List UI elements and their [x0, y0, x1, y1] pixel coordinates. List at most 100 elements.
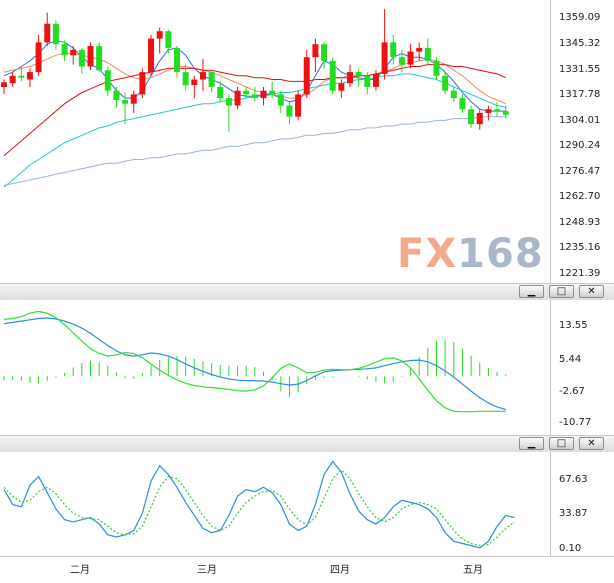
candle-body [260, 90, 267, 99]
price-tick: 1304.01 [559, 115, 601, 126]
watermark-fx: FX [397, 231, 458, 277]
price-tick: 1290.24 [559, 140, 601, 151]
price-tick: 1262.70 [559, 191, 601, 202]
minimize-button[interactable]: ▁ [519, 285, 544, 298]
candle-body [70, 49, 77, 56]
kdj-tick: 0.10 [559, 543, 582, 554]
candle-body [96, 46, 103, 71]
panel-divider-kdj[interactable]: ▁ □ ✕ [0, 435, 614, 453]
kdj-panel: 67.63 33.87 0.10 [0, 452, 614, 556]
price-tick: 1235.16 [559, 242, 601, 253]
candle-body [225, 98, 232, 106]
macd-plot [3, 310, 507, 413]
candle-body [485, 109, 492, 113]
month-label: 三月 [197, 565, 217, 576]
candle-body [312, 44, 319, 58]
price-tick: 1221.39 [559, 268, 601, 279]
kdj-k-line [3, 460, 515, 549]
candle-body [104, 70, 111, 91]
panel-divider-macd[interactable]: ▁ □ ✕ [0, 283, 614, 301]
macd-tick: -2.67 [559, 386, 585, 397]
candle-body [381, 42, 388, 74]
kdj-y-axis [550, 452, 614, 556]
candle-body [165, 31, 172, 48]
candle-body [494, 109, 501, 112]
candle-body [35, 42, 42, 73]
candle-body [442, 75, 449, 91]
candle-body [433, 60, 440, 76]
candle-body [52, 23, 59, 45]
ma-long-line [3, 116, 506, 186]
candle-body [347, 72, 353, 84]
macd-tick: -10.77 [559, 417, 592, 428]
close-button[interactable]: ✕ [579, 437, 604, 450]
price-tick: 1331.55 [559, 64, 601, 75]
macd-tick: 13.55 [559, 320, 588, 331]
price-tick: 1248.93 [559, 217, 601, 228]
candle-body [243, 90, 250, 95]
candle-body [321, 44, 328, 61]
candle-body [303, 57, 310, 95]
watermark-168: 168 [457, 231, 544, 277]
candle-body [208, 72, 215, 87]
candle-body [156, 31, 163, 39]
price-tick: 1276.47 [559, 166, 601, 177]
candle-body [372, 73, 379, 87]
candle-body [459, 98, 466, 110]
candle-body [130, 94, 137, 104]
candle-body [139, 72, 146, 95]
maximize-button[interactable]: □ [549, 437, 574, 450]
candle-body [502, 111, 509, 115]
candle-body [468, 109, 475, 125]
minimize-button[interactable]: ▁ [519, 437, 544, 450]
macd-tick: 5.44 [559, 354, 582, 365]
candle-body [450, 90, 457, 99]
candle-body [174, 47, 180, 73]
kdj-tick: 67.63 [559, 474, 588, 485]
candle-body [416, 47, 423, 52]
candle-body [199, 72, 206, 80]
candle-body [18, 75, 25, 78]
candle-body [61, 44, 68, 56]
close-button[interactable]: ✕ [579, 285, 604, 298]
candle-body [364, 75, 371, 87]
candle-body [355, 72, 362, 76]
kdj-d-line [3, 469, 515, 547]
candle-body [217, 86, 224, 99]
candle-body [338, 83, 345, 91]
price-tick: 1317.78 [559, 89, 601, 100]
month-label: 四月 [330, 565, 350, 576]
candle-body [9, 75, 16, 84]
price-tick: 1345.32 [559, 38, 601, 49]
fx168-watermark: FX168 [397, 232, 544, 276]
candle-body [390, 42, 397, 58]
candle-body [122, 99, 129, 104]
kdj-plot [3, 460, 515, 549]
candle-body [182, 72, 189, 86]
candle-body [286, 105, 293, 117]
month-label: 二月 [70, 565, 90, 576]
candle-body [1, 82, 7, 87]
candle-body [277, 94, 284, 106]
candle-body [329, 60, 336, 91]
candle-body [87, 46, 94, 67]
candle-body [234, 90, 241, 106]
candle-body [26, 72, 33, 80]
candle-body [269, 90, 276, 95]
maximize-button[interactable]: □ [549, 285, 574, 298]
x-axis [0, 556, 614, 583]
candle-body [78, 49, 85, 67]
candle-body [251, 94, 258, 99]
candle-body [148, 38, 155, 73]
candle-body [476, 112, 483, 125]
candle-body [398, 57, 405, 65]
macd-dif-line [3, 317, 506, 411]
candle-body [424, 47, 431, 61]
price-panel: 1359.09 1345.32 1331.55 1317.78 1304.01 … [0, 0, 614, 283]
candle-body [44, 23, 51, 43]
macd-panel: 13.55 5.44 -2.67 -10.77 [0, 300, 614, 435]
candle-body [113, 90, 120, 100]
candle-body [295, 94, 302, 117]
month-label: 五月 [463, 565, 483, 576]
candle-body [407, 51, 414, 65]
